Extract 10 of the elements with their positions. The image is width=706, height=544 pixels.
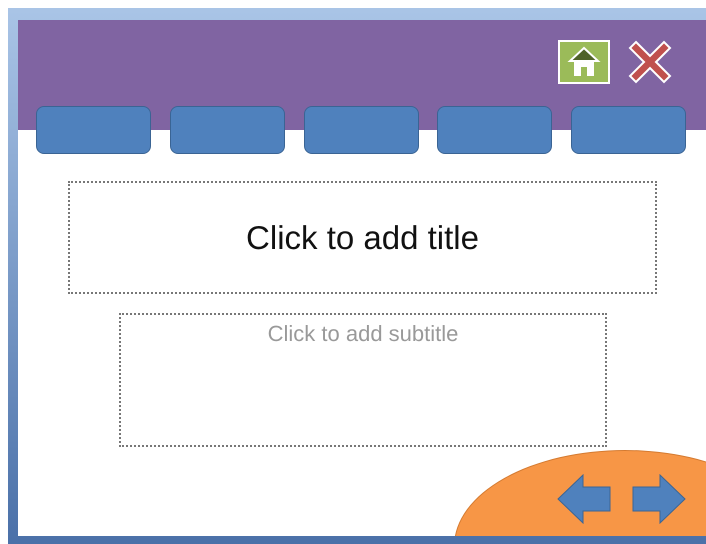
back-arrow-icon[interactable]: [557, 474, 611, 524]
tab-button[interactable]: [437, 106, 552, 154]
close-icon[interactable]: [628, 40, 672, 84]
tab-button[interactable]: [304, 106, 418, 154]
home-icon[interactable]: [558, 40, 610, 84]
tab-button[interactable]: [170, 106, 285, 154]
title-placeholder[interactable]: Click to add title: [68, 181, 657, 294]
tab-button[interactable]: [571, 106, 686, 154]
forward-arrow-icon[interactable]: [632, 474, 686, 524]
tab-button[interactable]: [36, 106, 151, 154]
